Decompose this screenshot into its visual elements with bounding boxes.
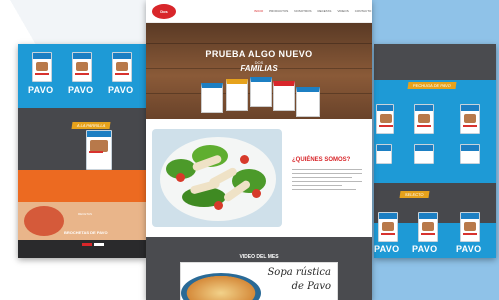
featured-band: A LA PARRILLA (18, 108, 146, 170)
featured-tag: A LA PARRILLA (71, 122, 111, 129)
product-package (460, 144, 480, 164)
text-line (292, 177, 352, 178)
product-package (273, 81, 295, 111)
brand-logo[interactable]: Dos Familias (152, 4, 176, 29)
right-tag: SELECTO (399, 191, 430, 198)
product-band-blue: PAVO PAVO PAVO (18, 44, 146, 108)
product-package (460, 104, 480, 134)
product-label: PAVO (412, 244, 438, 254)
menu-item-inicio[interactable]: INICIO (254, 9, 263, 13)
menu-item-recetas[interactable]: RECETAS (317, 9, 331, 13)
footer-band (18, 240, 146, 258)
product-package (250, 77, 272, 107)
menu-item-videos[interactable]: VIDEOS (337, 9, 348, 13)
product-label: PAVO (108, 85, 134, 95)
product-label: PAVO (68, 85, 94, 95)
menu-item-nosotros[interactable]: NOSOTROS (294, 9, 311, 13)
video-script-subtitle: de Pavo (291, 281, 331, 292)
menu-item-productos[interactable]: PRODUCTOS (269, 9, 288, 13)
product-package (112, 52, 132, 82)
product-package (226, 79, 248, 111)
product-package (376, 104, 394, 134)
main-menu: INICIO PRODUCTOS NOSOTROS RECETAS VIDEOS… (254, 9, 371, 13)
hero-brand: FAMILIAS (240, 64, 278, 73)
product-package (376, 144, 392, 164)
left-page-preview: PAVO PAVO PAVO A LA PARRILLA RECETAS BRO… (18, 44, 146, 258)
recipe-button[interactable] (82, 243, 92, 246)
about-section: ¿QUIÉNES SOMOS? (146, 119, 372, 237)
product-package (414, 144, 434, 164)
main-page-preview: Dos Familias INICIO PRODUCTOS NOSOTROS R… (146, 0, 372, 300)
soup-image (181, 273, 261, 300)
featured-package (86, 130, 112, 170)
text-line (292, 173, 362, 174)
recipe-section: RECETAS BROCHETAS DE PAVO (18, 202, 146, 242)
product-package (32, 52, 52, 82)
menu-item-contacto[interactable]: CONTACTO (355, 9, 372, 13)
video-section: VIDEO DEL MES Sopa rústica de Pavo (146, 237, 372, 300)
hero-banner: PRUEBA ALGO NUEVO DOS FAMILIAS (146, 23, 372, 119)
video-script-title: Sopa rústica (267, 267, 331, 278)
right-tag: PECHUGA DE PAVO (407, 82, 457, 89)
product-package (201, 83, 223, 113)
text-line (292, 189, 356, 190)
product-package (296, 87, 320, 117)
text-line (292, 181, 362, 182)
hero-title: PRUEBA ALGO NUEVO (205, 49, 313, 59)
recipe-button[interactable] (94, 243, 104, 246)
product-label: PAVO (374, 244, 400, 254)
video-section-title: VIDEO DEL MES (239, 254, 279, 260)
top-navigation: Dos Familias INICIO PRODUCTOS NOSOTROS R… (146, 0, 372, 29)
product-package (72, 52, 92, 82)
recipe-label: RECETAS (78, 212, 92, 216)
text-line (292, 185, 342, 186)
video-player[interactable]: Sopa rústica de Pavo (180, 262, 338, 300)
about-title: ¿QUIÉNES SOMOS? (292, 157, 351, 163)
recipe-title: BROCHETAS DE PAVO (64, 230, 108, 235)
salad-image (152, 129, 282, 227)
product-label: PAVO (456, 244, 482, 254)
right-page-preview: PECHUGA DE PAVO SELECTO PAVO PAVO PAVO (374, 44, 496, 258)
product-package (414, 104, 434, 134)
product-package (460, 212, 480, 242)
text-line (292, 169, 362, 170)
product-package (418, 212, 438, 242)
product-label: PAVO (28, 85, 54, 95)
right-header-band (374, 44, 496, 80)
product-package (378, 212, 398, 242)
